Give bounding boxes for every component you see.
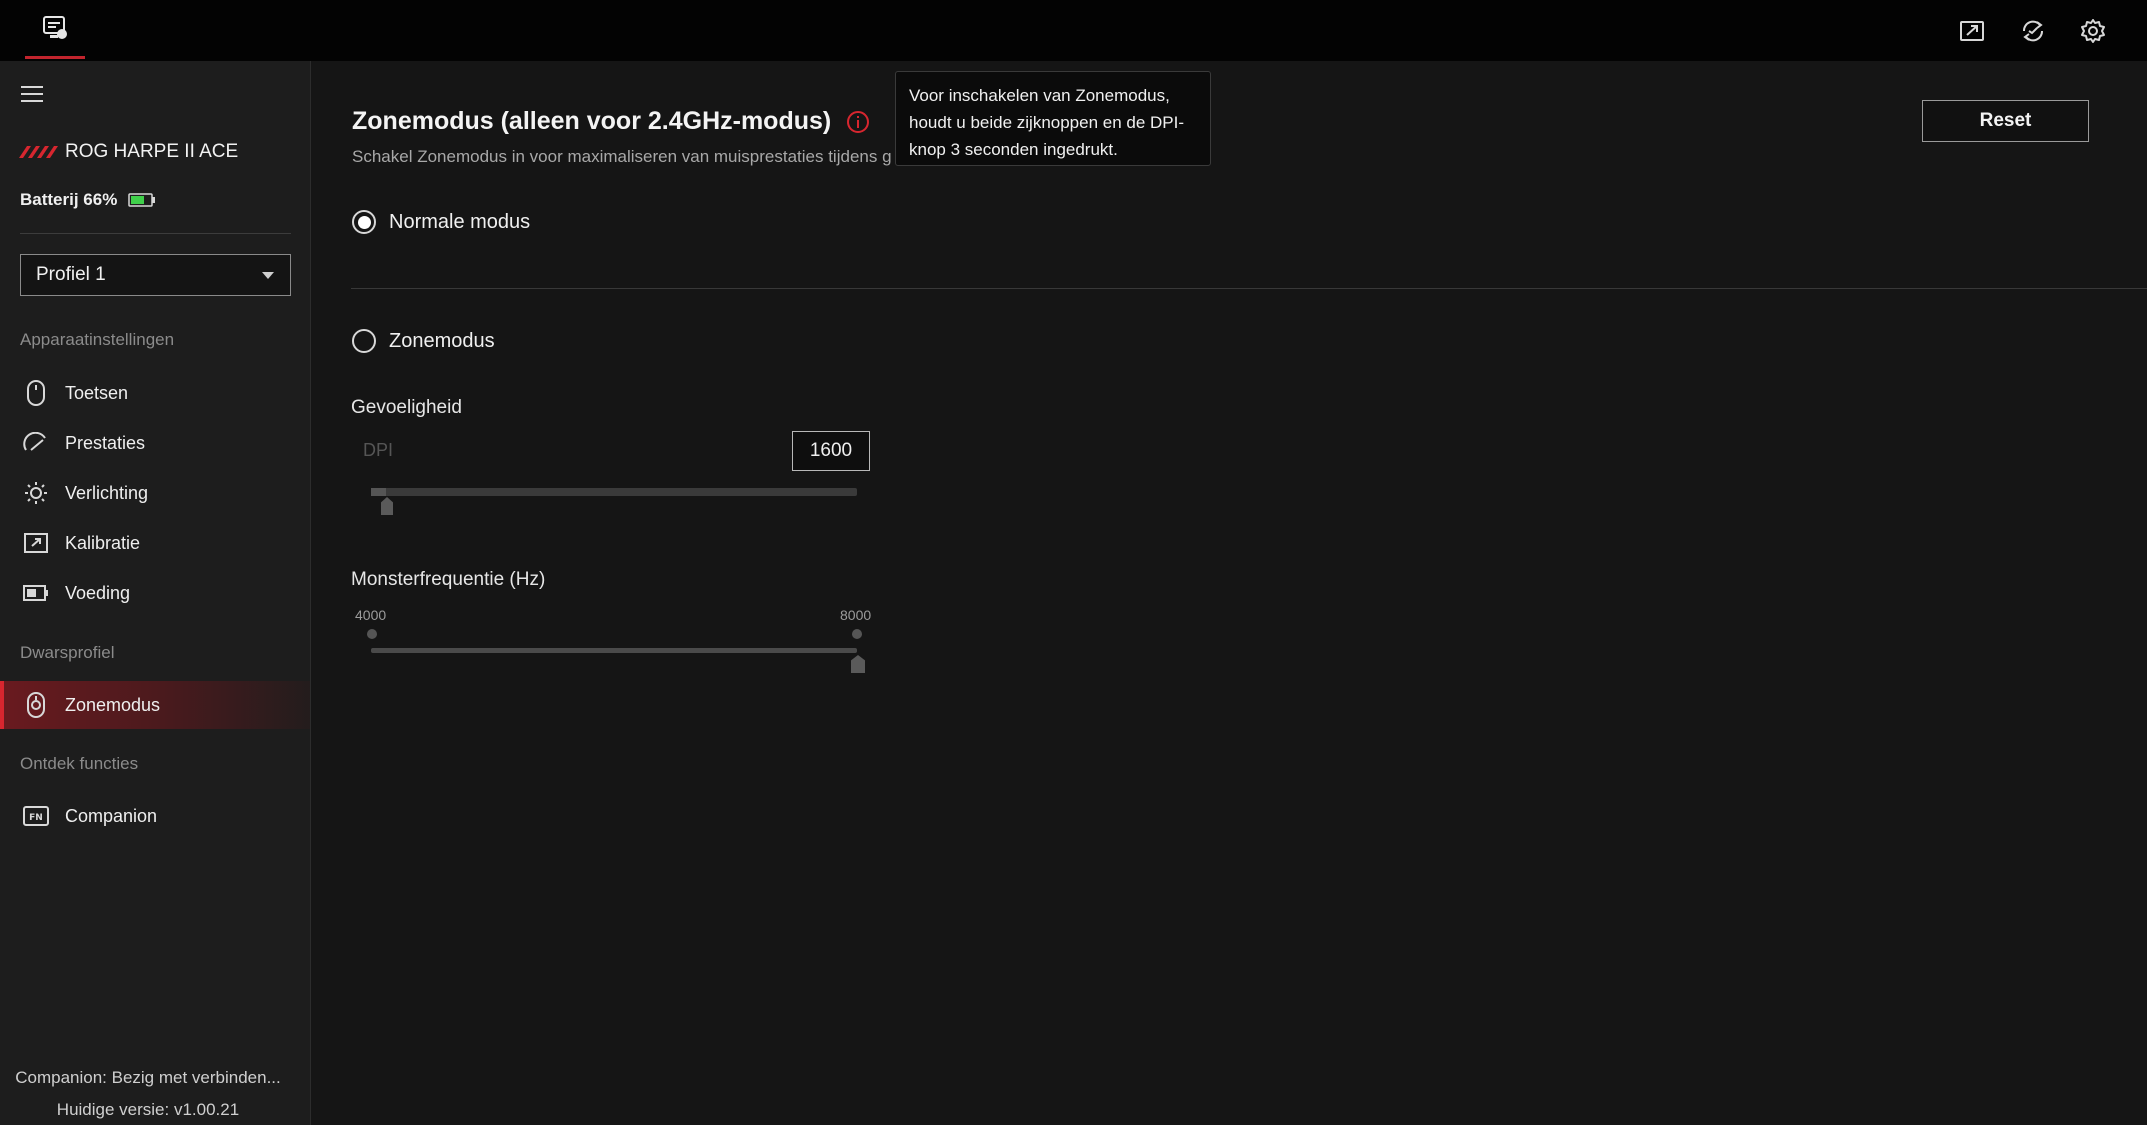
sidebar-item-label: Verlichting xyxy=(65,482,149,503)
sidebar-item-prestaties[interactable]: Prestaties xyxy=(0,419,310,467)
page-subtitle: Schakel Zonemodus in voor maximaliseren … xyxy=(352,147,892,166)
battery-icon xyxy=(128,193,156,207)
dpi-label: DPI xyxy=(363,440,394,460)
frequency-tick-max xyxy=(852,629,862,639)
version-label: Huidige versie: v1.00.21 xyxy=(56,1100,240,1119)
section-title-cross-profile: Dwarsprofiel xyxy=(20,643,115,662)
sidebar-item-kalibratie[interactable]: Kalibratie xyxy=(0,519,310,567)
dpi-slider-track[interactable] xyxy=(371,488,857,496)
sync-icon[interactable] xyxy=(2016,14,2050,48)
dpi-slider-handle[interactable] xyxy=(381,497,393,515)
mouse-icon xyxy=(22,379,50,407)
battery-label: Batterij 66% xyxy=(20,190,118,209)
companion-status: Companion: Bezig met verbinden... xyxy=(15,1068,281,1087)
zone-mode-icon xyxy=(22,691,50,719)
section-title-device-settings: Apparaatinstellingen xyxy=(20,330,175,349)
chevron-down-icon xyxy=(262,272,274,279)
calibration-icon xyxy=(22,529,50,557)
performance-icon xyxy=(22,429,50,457)
frequency-slider-track[interactable] xyxy=(371,648,857,653)
svg-text:FN: FN xyxy=(29,813,43,823)
info-tooltip: Voor inschakelen van Zonemodus, houdt u … xyxy=(895,71,1211,166)
sidebar: ROG HARPE II ACE Batterij 66% Profiel 1 … xyxy=(0,61,311,1125)
sidebar-item-label: Prestaties xyxy=(65,432,146,453)
frequency-label: Monsterfrequentie (Hz) xyxy=(351,569,546,590)
sidebar-item-label: Voeding xyxy=(65,582,131,603)
device-tab[interactable] xyxy=(25,0,85,59)
export-icon[interactable] xyxy=(1955,14,1989,48)
sensitivity-label: Gevoeligheid xyxy=(351,397,462,418)
section-title-discover: Ontdek functies xyxy=(20,754,139,773)
radio-label: Zonemodus xyxy=(389,329,495,352)
frequency-slider-handle[interactable] xyxy=(851,655,865,673)
fn-key-icon: FN xyxy=(22,802,50,830)
sidebar-item-label: Zonemodus xyxy=(65,694,161,715)
sidebar-divider xyxy=(20,233,291,234)
device-name: ROG HARPE II ACE xyxy=(65,141,239,162)
sidebar-item-label: Companion xyxy=(65,805,158,826)
battery-icon xyxy=(22,579,50,607)
sidebar-item-toetsen[interactable]: Toetsen xyxy=(0,369,310,417)
sidebar-item-verlichting[interactable]: Verlichting xyxy=(0,469,310,517)
page-header: Zonemodus (alleen voor 2.4GHz-modus) xyxy=(352,107,871,136)
radio-label: Normale modus xyxy=(389,210,531,233)
frequency-min-label: 4000 xyxy=(355,607,387,623)
device-header: ROG HARPE II ACE xyxy=(19,141,238,163)
reset-button[interactable]: Reset xyxy=(1922,100,2089,142)
sidebar-item-zonemodus[interactable]: Zonemodus xyxy=(0,681,310,729)
dpi-slider-fill xyxy=(371,488,386,496)
hamburger-menu-icon[interactable] xyxy=(18,83,46,105)
sidebar-item-companion[interactable]: FN Companion xyxy=(0,792,310,840)
lighting-icon xyxy=(22,479,50,507)
top-bar xyxy=(0,0,2147,61)
dpi-input[interactable] xyxy=(792,431,870,471)
settings-gear-icon[interactable] xyxy=(2076,14,2110,48)
page-title: Zonemodus (alleen voor 2.4GHz-modus) xyxy=(352,107,832,135)
profile-dropdown[interactable]: Profiel 1 xyxy=(20,254,291,296)
profile-dropdown-value: Profiel 1 xyxy=(36,264,106,285)
radio-selected-dot xyxy=(357,215,371,229)
frequency-tick-min xyxy=(367,629,377,639)
device-icon xyxy=(43,16,67,39)
sidebar-item-label: Kalibratie xyxy=(65,532,141,553)
radio-button[interactable] xyxy=(352,329,376,353)
battery-status: Batterij 66% xyxy=(20,190,156,210)
radio-zone-mode[interactable]: Zonemodus xyxy=(352,329,495,353)
frequency-max-label: 8000 xyxy=(840,607,872,623)
sidebar-item-voeding[interactable]: Voeding xyxy=(0,569,310,617)
sidebar-item-label: Toetsen xyxy=(65,382,129,403)
section-divider xyxy=(351,288,2147,289)
info-icon[interactable] xyxy=(845,109,871,135)
radio-normal-mode[interactable]: Normale modus xyxy=(352,210,530,234)
radio-button[interactable] xyxy=(352,210,376,234)
main-panel: Zonemodus (alleen voor 2.4GHz-modus) Sch… xyxy=(312,61,2147,1125)
rog-logo-icon xyxy=(19,146,58,158)
